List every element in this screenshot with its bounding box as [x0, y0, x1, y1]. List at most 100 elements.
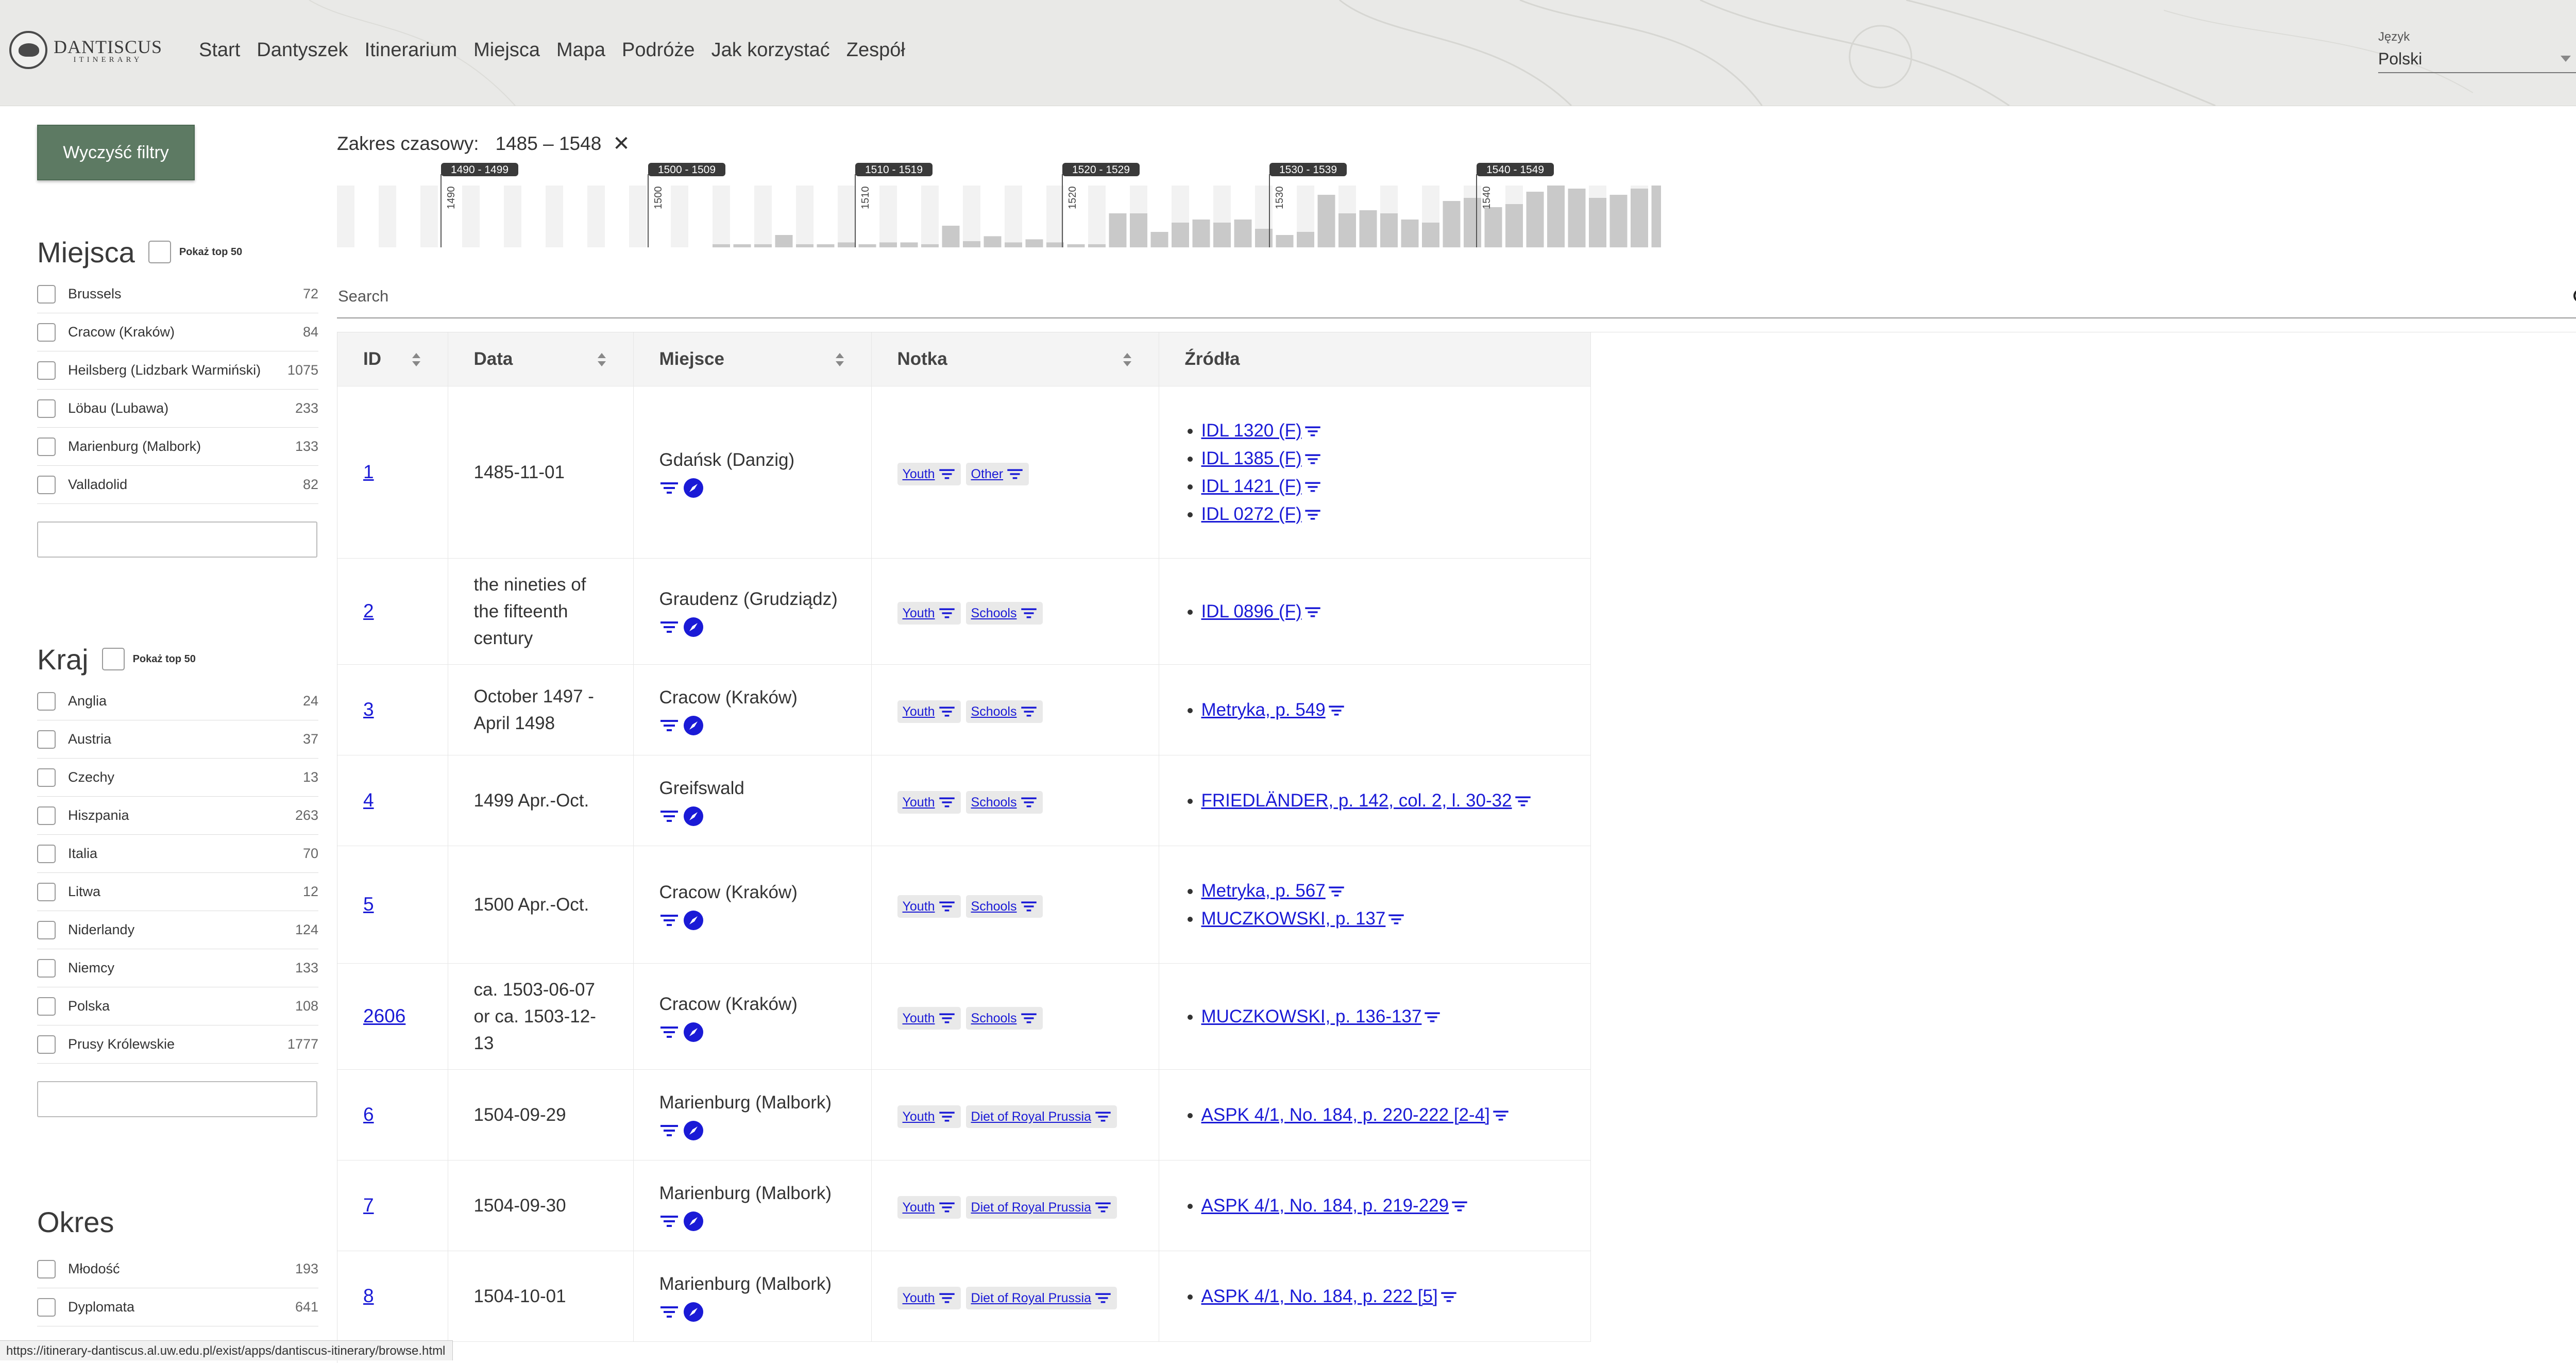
period-filter-row[interactable]: Dyplomata 641 [37, 1288, 318, 1326]
histogram-slot[interactable] [337, 186, 354, 247]
histogram-bar[interactable] [1297, 232, 1314, 247]
histogram-slot[interactable] [733, 186, 751, 247]
source-link[interactable]: Metryka, p. 549 [1201, 700, 1326, 720]
filter-icon[interactable] [659, 1304, 679, 1320]
histogram-bar[interactable] [1192, 220, 1210, 247]
histogram-bar[interactable] [1317, 195, 1335, 247]
compass-icon[interactable] [683, 1120, 704, 1141]
filter-icon[interactable] [938, 607, 956, 620]
filter-icon[interactable] [659, 718, 679, 733]
nav-start[interactable]: Start [199, 39, 240, 61]
compass-icon[interactable] [683, 715, 704, 736]
histogram-bar[interactable] [1631, 189, 1648, 247]
filter-icon[interactable] [1094, 1110, 1112, 1123]
note-tag-link[interactable]: Schools [971, 789, 1017, 816]
histogram-bar[interactable] [1359, 210, 1377, 247]
histogram-bar[interactable] [1526, 192, 1544, 247]
note-tag-link[interactable]: Youth [903, 1005, 935, 1032]
histogram-bar[interactable] [1130, 213, 1147, 247]
histogram-slot[interactable] [566, 186, 584, 247]
place-checkbox[interactable] [37, 284, 56, 304]
histogram-bar[interactable] [1150, 232, 1168, 247]
filter-icon[interactable] [1020, 796, 1038, 809]
note-tag[interactable]: Youth [897, 1196, 961, 1219]
note-tag[interactable]: Schools [965, 698, 1043, 725]
source-link[interactable]: IDL 1385 (F) [1201, 448, 1302, 468]
histogram-slot[interactable] [483, 186, 501, 247]
histogram-slot[interactable] [504, 186, 521, 247]
histogram-bar[interactable] [1213, 223, 1231, 247]
country-checkbox[interactable] [37, 1035, 56, 1054]
place-filter-row[interactable]: Valladolid 82 [37, 466, 318, 504]
histogram-slot[interactable] [796, 186, 814, 247]
note-tag[interactable]: Youth [897, 789, 961, 816]
note-tag-link[interactable]: Youth [903, 461, 935, 487]
note-tag-link[interactable]: Youth [903, 893, 935, 920]
nav-jak-korzystac[interactable]: Jak korzystać [711, 39, 830, 61]
search-input[interactable] [337, 281, 2554, 311]
histogram-slot[interactable] [838, 186, 855, 247]
note-tag[interactable]: Youth [897, 895, 961, 918]
histogram-slot[interactable] [921, 186, 939, 247]
filter-icon[interactable] [938, 796, 956, 809]
histogram-bar[interactable] [1547, 186, 1565, 247]
histogram-slot[interactable] [629, 186, 647, 247]
filter-icon[interactable] [1451, 1200, 1468, 1213]
note-tag-link[interactable]: Schools [971, 698, 1017, 725]
histogram-bar[interactable] [1109, 213, 1127, 247]
histogram-bar[interactable] [1422, 223, 1439, 247]
sort-icon[interactable] [834, 352, 845, 367]
country-filter-row[interactable]: Prusy Królewskie 1777 [37, 1025, 318, 1064]
record-id-link[interactable]: 4 [363, 789, 374, 811]
filter-icon[interactable] [1423, 1011, 1441, 1024]
note-tag-link[interactable]: Schools [971, 600, 1017, 627]
filter-icon[interactable] [938, 1201, 956, 1214]
filter-icon[interactable] [1020, 705, 1038, 718]
histogram-slot[interactable] [1025, 186, 1043, 247]
place-checkbox[interactable] [37, 437, 56, 456]
country-filter-row[interactable]: Italia 70 [37, 835, 318, 873]
histogram-slot[interactable] [546, 186, 563, 247]
country-checkbox[interactable] [37, 692, 56, 711]
clear-filters-button[interactable]: Wyczyść filtry [37, 125, 195, 180]
country-checkbox[interactable] [37, 882, 56, 901]
country-checkbox[interactable] [37, 844, 56, 863]
histogram-bar[interactable] [775, 235, 793, 247]
filter-icon[interactable] [659, 1214, 679, 1229]
places-filter-input[interactable] [37, 521, 317, 558]
source-link[interactable]: MUCZKOWSKI, p. 136-137 [1201, 1006, 1422, 1027]
note-tag-link[interactable]: Youth [903, 789, 935, 816]
histogram-slot[interactable] [420, 186, 438, 247]
note-tag-link[interactable]: Youth [903, 1194, 935, 1221]
filter-icon[interactable] [1006, 467, 1024, 481]
histogram-bar[interactable] [754, 244, 772, 247]
filter-icon[interactable] [1020, 900, 1038, 913]
place-filter-row[interactable]: Marienburg (Malbork) 133 [37, 428, 318, 466]
nav-mapa[interactable]: Mapa [556, 39, 605, 61]
nav-podroze[interactable]: Podróże [622, 39, 695, 61]
nav-dantyszek[interactable]: Dantyszek [257, 39, 348, 61]
filter-icon[interactable] [1304, 508, 1321, 521]
note-tag[interactable]: Youth [897, 1286, 961, 1309]
record-id-link[interactable]: 3 [363, 699, 374, 720]
column-header-note[interactable]: Notka [871, 332, 1159, 386]
source-link[interactable]: FRIEDLÄNDER, p. 142, col. 2, l. 30-32 [1201, 790, 1512, 811]
filter-icon[interactable] [1440, 1290, 1458, 1304]
country-checkbox[interactable] [37, 997, 56, 1016]
country-filter-row[interactable]: Czechy 13 [37, 759, 318, 797]
country-filter-row[interactable]: Niderlandy 124 [37, 911, 318, 949]
sort-icon[interactable] [596, 352, 607, 367]
filter-icon[interactable] [1328, 704, 1345, 717]
histogram-slot[interactable] [358, 186, 376, 247]
place-checkbox[interactable] [37, 323, 56, 342]
record-id-link[interactable]: 2 [363, 600, 374, 621]
period-checkbox[interactable] [37, 1259, 56, 1278]
column-header-id[interactable]: ID [337, 332, 448, 386]
close-icon[interactable]: ✕ [613, 132, 630, 156]
filter-icon[interactable] [1094, 1291, 1112, 1305]
filter-icon[interactable] [938, 900, 956, 913]
histogram-bar[interactable] [879, 242, 897, 247]
source-link[interactable]: MUCZKOWSKI, p. 137 [1201, 908, 1386, 929]
note-tag[interactable]: Youth [897, 461, 961, 487]
compass-icon[interactable] [683, 806, 704, 827]
